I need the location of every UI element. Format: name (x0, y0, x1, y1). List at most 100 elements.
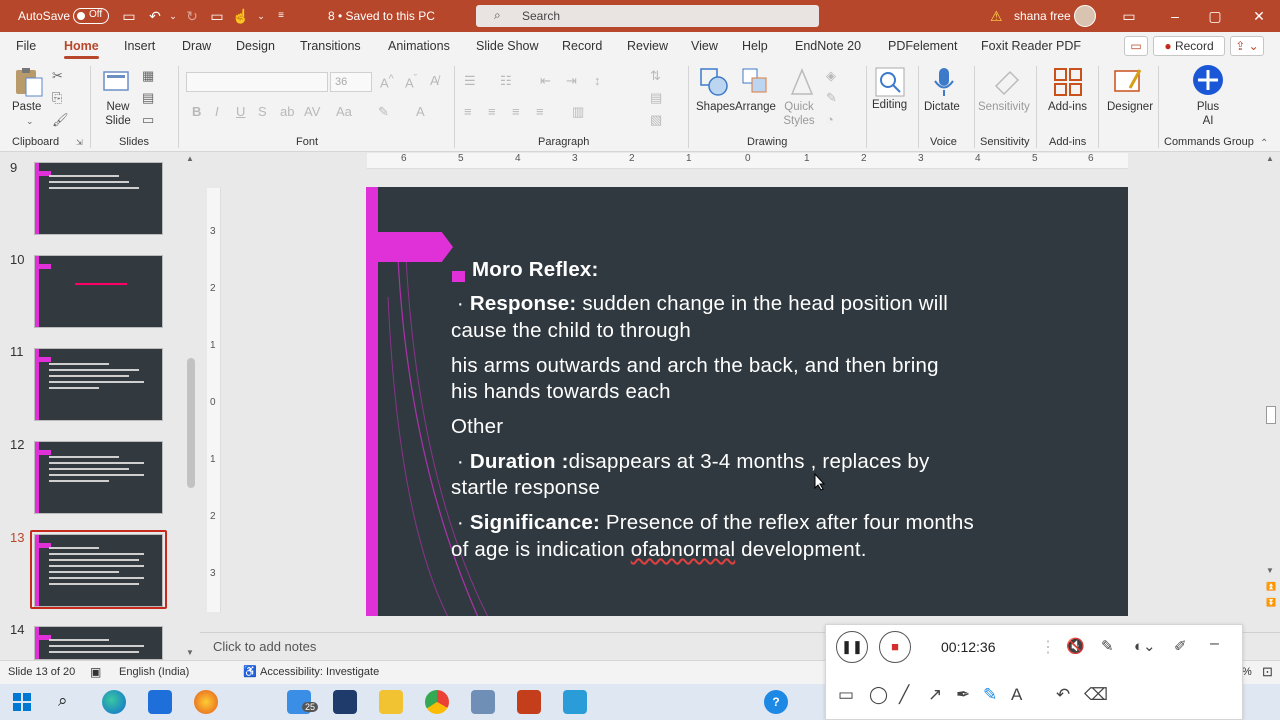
microphone-off-icon[interactable]: ✎ (1101, 637, 1114, 655)
response-line-1[interactable]: · Response: sudden change in the head po… (451, 290, 948, 317)
text-direction-icon[interactable]: ⇅ (650, 68, 661, 84)
tab-file[interactable]: File (16, 39, 36, 53)
designer-button[interactable]: Designer (1107, 100, 1153, 114)
slide-title[interactable]: Moro Reflex: (472, 256, 599, 283)
align-left-icon[interactable]: ≡ (464, 104, 472, 119)
line-spacing-icon[interactable]: ↕ (594, 73, 601, 88)
help-icon[interactable]: ? (764, 690, 788, 714)
font-color-icon[interactable]: A (416, 104, 425, 119)
ribbon-display-icon[interactable]: ▭ (1106, 0, 1152, 32)
edge-icon[interactable] (102, 690, 126, 714)
highlighter-tool-icon[interactable]: ✎ (983, 685, 997, 705)
line-tool-icon[interactable]: ╱ (899, 685, 909, 705)
tab-animations[interactable]: Animations (388, 39, 450, 53)
reset-icon[interactable]: ▤ (142, 90, 154, 106)
dictate-button[interactable]: Dictate (924, 100, 960, 114)
char-spacing-icon[interactable]: AV (304, 104, 320, 119)
tab-view[interactable]: View (691, 39, 718, 53)
smartart-icon[interactable]: ▧ (650, 112, 662, 128)
scroll-down-icon[interactable]: ▼ (186, 648, 194, 657)
pause-button[interactable]: ❚❚ (836, 631, 868, 663)
comments-icon[interactable]: ▭ (1124, 36, 1148, 56)
thumbnails-scroll-thumb[interactable] (187, 358, 195, 488)
slide-scrollbar[interactable]: ▲ ▼ ⏫ ⏬ (1264, 152, 1278, 632)
tab-design[interactable]: Design (236, 39, 275, 53)
rectangle-tool-icon[interactable]: ▭ (838, 685, 854, 705)
duration-line-2[interactable]: startle response (451, 474, 600, 501)
decrease-font-icon[interactable]: Aˇ (405, 73, 417, 90)
decrease-indent-icon[interactable]: ⇤ (540, 73, 551, 89)
spelling-check-icon[interactable]: ▣ (90, 665, 101, 679)
app-icon[interactable] (471, 690, 495, 714)
cut-icon[interactable]: ✂ (52, 68, 63, 84)
eraser-tool-icon[interactable]: ⌫ (1084, 685, 1108, 705)
system-audio-icon[interactable]: ◐⌄ (1134, 637, 1156, 655)
highlight-icon[interactable]: ✎ (378, 104, 389, 120)
redo-icon[interactable]: ↻ (183, 7, 201, 25)
avatar[interactable] (1074, 5, 1096, 27)
quick-styles-button[interactable]: Quick Styles (782, 100, 816, 128)
recorder-app-icon[interactable] (563, 690, 587, 714)
zoom-level[interactable]: % (1242, 666, 1252, 678)
paste-button[interactable]: Paste (12, 100, 41, 114)
minimize-recorder-icon[interactable]: – (1210, 635, 1219, 653)
copy-icon[interactable]: ⎘ (52, 90, 62, 106)
layout-icon[interactable]: ▦ (142, 68, 154, 84)
language-label[interactable]: English (India) (119, 666, 189, 678)
significance-line-2[interactable]: of age is indication ofabnormal developm… (451, 536, 867, 563)
addins-button[interactable]: Add-ins (1048, 100, 1087, 114)
fit-to-window-icon[interactable]: ⊡ (1262, 664, 1273, 680)
bullets-icon[interactable]: ☰ (464, 73, 476, 89)
search-box[interactable]: ⌕ Search (476, 5, 819, 27)
slide-thumbnail-10[interactable] (34, 255, 163, 328)
maximize-icon[interactable]: ▢ (1192, 0, 1238, 32)
next-slide-icon[interactable]: ⏬ (1266, 598, 1276, 607)
tab-help[interactable]: Help (742, 39, 768, 53)
shadow-icon[interactable]: S (258, 104, 267, 119)
shape-effects-icon[interactable]: ◔ (826, 112, 834, 127)
align-center-icon[interactable]: ≡ (488, 104, 496, 119)
scroll-up-icon[interactable]: ▲ (1266, 154, 1274, 163)
slide-canvas[interactable]: Moro Reflex: · Response: sudden change i… (366, 187, 1128, 616)
tab-transitions[interactable]: Transitions (300, 39, 361, 53)
scroll-down-icon[interactable]: ▼ (1266, 566, 1274, 575)
plus-ai-button[interactable]: Plus AI (1194, 100, 1222, 128)
arrange-button[interactable]: Arrange (735, 100, 776, 114)
thumbnails-scrollbar[interactable]: ▲ ▼ (184, 152, 198, 660)
strikethrough-icon[interactable]: ab (280, 104, 294, 119)
tab-record[interactable]: Record (562, 39, 602, 53)
scroll-up-icon[interactable]: ▲ (186, 154, 194, 163)
text-tool-icon[interactable]: A (1011, 685, 1022, 705)
change-case-icon[interactable]: Aa (336, 104, 352, 119)
windows-start-icon[interactable] (13, 693, 31, 711)
tab-insert[interactable]: Insert (124, 39, 155, 53)
arms-line-1[interactable]: his arms outwards and arch the back, and… (451, 352, 939, 379)
search-icon[interactable]: ⌕ (58, 691, 68, 711)
close-icon[interactable]: ✕ (1236, 0, 1280, 32)
tab-slide-show[interactable]: Slide Show (476, 39, 539, 53)
drag-handle-icon[interactable]: ⋮ (1040, 637, 1056, 657)
pen-tool-icon[interactable]: ✒ (956, 685, 970, 705)
annotate-icon[interactable]: ✐ (1174, 637, 1187, 655)
slide-thumbnail-14[interactable] (34, 626, 163, 660)
tab-pdfelement[interactable]: PDFelement (888, 39, 957, 53)
undo-dropdown-icon[interactable]: ⌄ (164, 7, 182, 25)
present-icon[interactable]: ▭ (208, 7, 226, 25)
undo-tool-icon[interactable]: ↶ (1056, 685, 1070, 705)
arms-line-2[interactable]: his hands towards each (451, 378, 671, 405)
paste-dropdown-icon[interactable]: ⌄ (26, 116, 34, 127)
file-explorer-icon[interactable] (379, 690, 403, 714)
ellipse-tool-icon[interactable]: ◯ (869, 685, 888, 705)
increase-indent-icon[interactable]: ⇥ (566, 73, 577, 89)
slide-thumbnail-11[interactable] (34, 348, 163, 421)
record-button[interactable]: ● Record (1153, 36, 1225, 56)
stop-button[interactable]: ■ (879, 631, 911, 663)
accessibility-status[interactable]: Accessibility: Investigate (260, 666, 379, 678)
firefox-icon[interactable] (194, 690, 218, 714)
tab-home[interactable]: Home (64, 39, 99, 59)
touch-mode-icon[interactable]: ☝ (232, 7, 250, 25)
powerpoint-icon[interactable] (517, 690, 541, 714)
shapes-button[interactable]: Shapes (696, 100, 735, 114)
tab-foxit[interactable]: Foxit Reader PDF (981, 39, 1081, 53)
touch-dropdown-icon[interactable]: ⌄ (252, 7, 270, 25)
